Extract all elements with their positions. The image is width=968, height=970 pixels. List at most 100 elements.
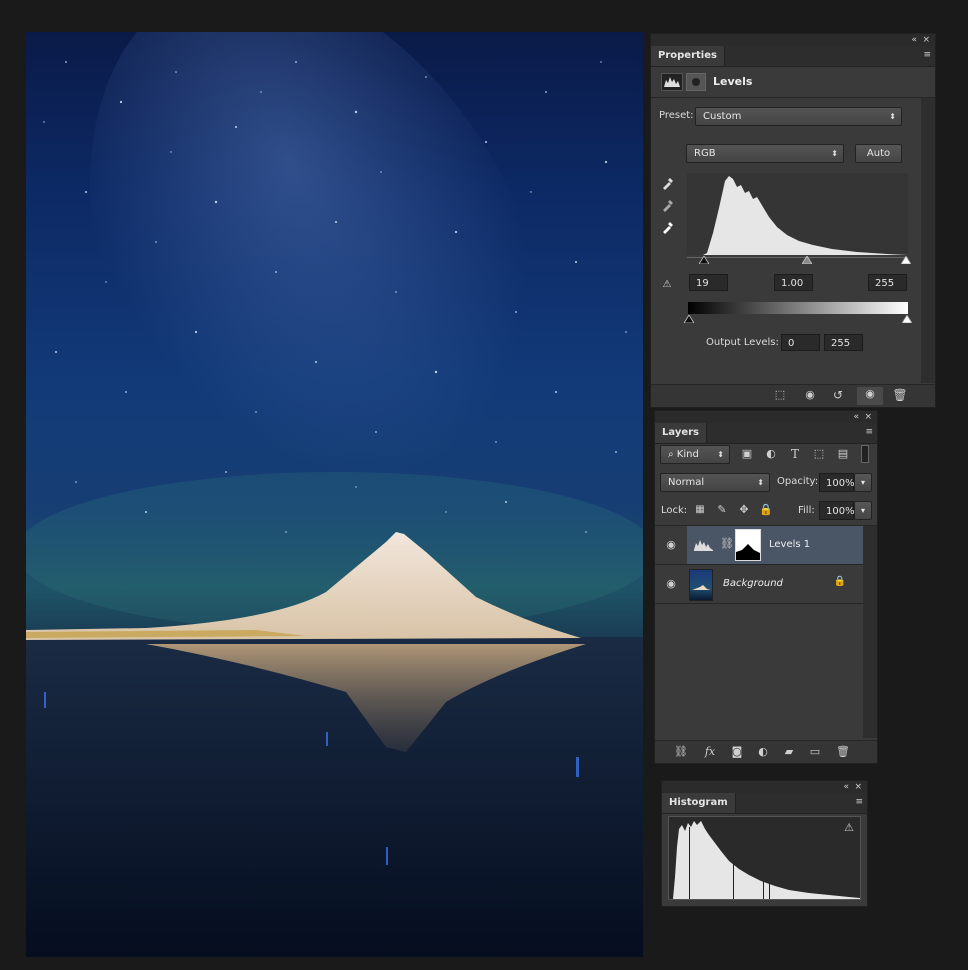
layer-name[interactable]: Background [723,578,783,589]
opacity-label: Opacity: [777,476,819,487]
updown-arrow-icon: ⬍ [831,149,838,158]
add-mask-icon[interactable]: ◙ [727,745,747,759]
tab-row: Layers ≡ [655,423,877,444]
document-canvas[interactable] [26,32,643,957]
panel-topbar: « × [662,781,867,793]
chevron-down-icon: ▾ [860,478,865,487]
updown-arrow-icon: ⬍ [889,112,896,121]
black-output-handle[interactable] [684,315,694,323]
divider [651,97,935,98]
layer-row[interactable]: ◉ ⛓ Levels 1 [655,526,863,565]
input-black-field[interactable]: 19 [689,274,728,291]
search-icon: ⌕ [668,449,677,460]
clip-to-layer-icon[interactable]: ⬚ [769,388,791,402]
tab-properties[interactable]: Properties [651,46,725,66]
panel-menu-icon[interactable]: ≡ [865,427,873,437]
collapse-icon[interactable]: « [853,411,859,423]
preset-value: Custom [703,111,742,122]
reset-icon[interactable]: ↺ [827,388,849,402]
lock-icon: 🔒 [833,576,847,587]
panel-topbar: « × [651,34,935,46]
white-input-handle[interactable] [901,256,911,264]
night-sky-photo [26,32,643,957]
fill-field[interactable]: 100% [819,501,855,520]
white-output-handle[interactable] [902,315,912,323]
close-icon[interactable]: × [864,411,872,423]
close-icon[interactable]: × [922,34,930,46]
new-adjustment-layer-icon[interactable]: ◐ [753,745,773,759]
input-levels-slider[interactable] [687,255,911,265]
panel-menu-icon[interactable]: ≡ [923,50,931,60]
black-input-handle[interactable] [699,256,709,264]
histogram-display: ⚠ [668,816,861,900]
fx-icon[interactable]: fx [699,745,721,759]
gray-point-eyedropper-icon[interactable] [659,198,677,215]
blend-mode-select[interactable]: Normal ⬍ [660,473,770,492]
updown-arrow-icon: ⬍ [717,450,724,459]
lock-position-icon[interactable]: ✥ [736,503,752,517]
view-previous-state-icon[interactable]: ◉ [799,388,821,402]
auto-button[interactable]: Auto [855,144,902,163]
clipping-warning-icon[interactable]: ⚠ [655,278,679,292]
gamma-input-handle[interactable] [802,256,812,264]
image-filter-icon[interactable]: ▣ [738,447,756,461]
close-icon[interactable]: × [854,781,862,793]
properties-scrollbar[interactable] [921,98,935,383]
visibility-eye-icon[interactable]: ◉ [857,387,883,405]
background-thumb [689,569,713,601]
visibility-eye-icon[interactable]: ◉ [661,538,681,551]
lock-all-icon[interactable]: 🔒 [758,503,774,517]
panel-title: Levels [713,75,753,88]
filter-kind-select[interactable]: ⌕ Kind ⬍ [660,445,730,464]
new-group-folder-icon[interactable]: ▰ [779,745,799,759]
smart-object-filter-icon[interactable]: ▤ [834,447,852,461]
preset-label: Preset: [659,110,694,121]
filter-toggle[interactable] [861,445,869,463]
layer-row[interactable]: ◉ Background 🔒 [655,565,863,604]
lock-transparent-pixels-icon[interactable]: ▦ [692,503,708,517]
layers-scrollbar[interactable] [863,526,877,738]
shape-filter-icon[interactable]: ⬚ [810,447,828,461]
adjustment-icon-levels[interactable] [661,73,683,91]
trash-icon[interactable]: 🗑 [833,745,853,759]
mask-icon[interactable] [686,73,706,91]
collapse-icon[interactable]: « [911,34,917,46]
adjustment-filter-icon[interactable]: ◐ [762,447,780,461]
blend-mode-value: Normal [668,477,705,488]
link-icon[interactable]: ⛓ [720,537,734,551]
layer-name[interactable]: Levels 1 [769,539,810,550]
cache-warning-icon[interactable]: ⚠ [842,821,856,835]
input-gamma-field[interactable]: 1.00 [774,274,813,291]
preset-select[interactable]: Custom ⬍ [695,107,902,126]
layers-list: ◉ ⛓ Levels 1 ◉ Background 🔒 [655,526,877,738]
collapse-icon[interactable]: « [843,781,849,793]
output-white-field[interactable]: 255 [824,334,863,351]
channel-select[interactable]: RGB ⬍ [686,144,844,163]
black-point-eyedropper-icon[interactable] [659,176,677,193]
new-layer-icon[interactable]: ▭ [805,745,825,759]
input-white-field[interactable]: 255 [868,274,907,291]
tab-row: Properties ≡ [651,46,935,67]
opacity-dropdown[interactable]: ▾ [854,473,872,492]
tab-row: Histogram ≡ [662,793,867,814]
chevron-down-icon: ▾ [860,506,865,515]
channel-value: RGB [694,148,716,159]
output-gradient-bar [688,302,908,314]
lock-image-pixels-icon[interactable]: ✎ [714,503,730,517]
layer-mask-thumb[interactable] [735,529,761,561]
link-layers-icon[interactable]: ⛓ [671,745,691,759]
fill-dropdown[interactable]: ▾ [854,501,872,520]
tab-histogram[interactable]: Histogram [662,793,736,813]
panel-menu-icon[interactable]: ≡ [855,797,863,807]
visibility-eye-icon[interactable]: ◉ [661,577,681,590]
layers-bottom-bar: ⛓ fx ◙ ◐ ▰ ▭ 🗑 [655,740,877,763]
tab-layers[interactable]: Layers [655,423,707,443]
white-point-eyedropper-icon[interactable] [659,220,677,237]
opacity-field[interactable]: 100% [819,473,855,492]
output-black-field[interactable]: 0 [781,334,820,351]
type-filter-icon[interactable]: T [786,447,804,461]
trash-icon[interactable]: 🗑 [889,388,911,402]
output-levels-label: Output Levels: [706,337,779,348]
lock-label: Lock: [661,505,688,516]
output-levels-slider[interactable] [684,315,912,325]
